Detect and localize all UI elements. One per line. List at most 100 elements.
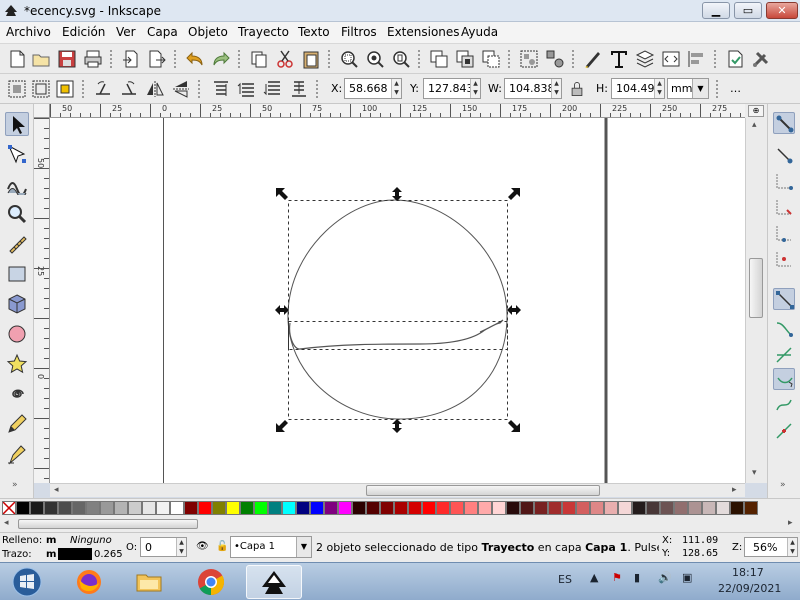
palette-swatch[interactable] [114, 501, 128, 515]
menu-trayecto[interactable]: Trayecto [238, 25, 289, 39]
new-document-icon[interactable] [6, 48, 28, 70]
spiral-tool-icon[interactable] [5, 382, 29, 406]
snap-bbox-corner-icon[interactable] [773, 196, 795, 218]
raise-icon[interactable] [236, 78, 258, 100]
zoom-corner-icon[interactable]: ⊕ [748, 105, 764, 117]
height-spinner-arrows[interactable]: ▲ ▼ [654, 79, 664, 98]
raise-to-top-icon[interactable] [210, 78, 232, 100]
open-icon[interactable] [30, 48, 52, 70]
redo-icon[interactable] [210, 48, 232, 70]
tweak-tool-icon[interactable] [5, 172, 29, 198]
zoom-spinner-arrows[interactable]: ▲ ▼ [787, 538, 797, 556]
palette-swatch[interactable] [478, 501, 492, 515]
clock-date[interactable]: 22/09/2021 [718, 582, 781, 595]
snap-bbox-icon[interactable] [773, 144, 795, 166]
palette-swatch[interactable] [436, 501, 450, 515]
scale-handle-bottom-left[interactable] [276, 420, 288, 432]
opacity-input[interactable]: 0 ▲ ▼ [140, 537, 187, 557]
vertical-scroll-thumb[interactable] [749, 258, 763, 318]
horizontal-scroll-thumb[interactable] [366, 485, 600, 496]
star-tool-icon[interactable] [5, 352, 29, 376]
toolbox-more-icon[interactable]: » [12, 480, 18, 490]
palette-swatch[interactable] [590, 501, 604, 515]
taskbar-explorer[interactable] [122, 565, 178, 599]
palette-swatch[interactable] [16, 501, 30, 515]
tray-security-icon[interactable]: ⚑ [612, 571, 622, 584]
palette-swatch[interactable] [44, 501, 58, 515]
text-font-icon[interactable] [608, 48, 630, 70]
menu-capa[interactable]: Capa [147, 25, 178, 39]
cut-icon[interactable] [274, 48, 296, 70]
select-all-icon[interactable] [6, 78, 28, 100]
rotate-ccw-icon[interactable] [92, 78, 114, 100]
menu-edicion[interactable]: Edición [62, 25, 105, 39]
scale-handle-right[interactable] [507, 305, 521, 315]
none-swatch-icon[interactable] [2, 501, 16, 515]
document-properties-icon[interactable] [724, 48, 746, 70]
palette-swatch[interactable] [604, 501, 618, 515]
palette-swatch[interactable] [506, 501, 520, 515]
fill-stroke-icon[interactable] [582, 48, 604, 70]
palette-swatch[interactable] [464, 501, 478, 515]
fill-value[interactable]: Ninguno [70, 535, 112, 546]
palette-swatch[interactable] [408, 501, 422, 515]
stroke-color-swatch[interactable] [58, 548, 92, 560]
palette-swatch[interactable] [702, 501, 716, 515]
snap-nodes-icon[interactable] [773, 288, 795, 310]
palette-scroll-right-icon[interactable]: ▸ [788, 518, 793, 528]
width-input[interactable]: 104.838 ▲ ▼ [504, 78, 562, 99]
rotate-cw-icon[interactable] [118, 78, 140, 100]
unit-select[interactable]: mm ▼ [667, 78, 709, 99]
palette-scroll-left-icon[interactable]: ◂ [4, 518, 9, 528]
snap-cusp-nodes-icon[interactable] [773, 368, 795, 390]
drawing-canvas[interactable] [50, 118, 745, 483]
tray-clipboard-icon[interactable]: ▣ [682, 571, 692, 584]
paste-icon[interactable] [300, 48, 322, 70]
palette-swatch[interactable] [198, 501, 212, 515]
palette-swatch[interactable] [30, 501, 44, 515]
palette-swatch[interactable] [100, 501, 114, 515]
palette-swatch[interactable] [184, 501, 198, 515]
horizontal-ruler[interactable]: 50 25 0 25 50 75 100 125 150 175 200 225… [50, 104, 745, 118]
zoom-selection-icon[interactable] [338, 48, 360, 70]
palette-swatch[interactable] [576, 501, 590, 515]
tray-network-icon[interactable]: ▮ [634, 571, 640, 584]
snap-smooth-nodes-icon[interactable] [773, 394, 795, 416]
palette-swatch[interactable] [688, 501, 702, 515]
palette-swatch[interactable] [240, 501, 254, 515]
palette-swatch[interactable] [562, 501, 576, 515]
height-input[interactable]: 104.497 ▲ ▼ [611, 78, 665, 99]
palette-swatch[interactable] [534, 501, 548, 515]
align-icon[interactable] [686, 48, 708, 70]
preferences-icon[interactable] [750, 48, 772, 70]
palette-swatch[interactable] [632, 501, 646, 515]
palette-swatch[interactable] [674, 501, 688, 515]
palette-swatch[interactable] [254, 501, 268, 515]
unlink-clone-icon[interactable] [480, 48, 502, 70]
menu-objeto[interactable]: Objeto [188, 25, 228, 39]
rectangle-tool-icon[interactable] [5, 262, 29, 286]
palette-swatch[interactable] [156, 501, 170, 515]
y-input[interactable]: 127.843 ▲ ▼ [423, 78, 481, 99]
print-icon[interactable] [82, 48, 104, 70]
clock-time[interactable]: 18:17 [732, 566, 764, 579]
close-button[interactable]: ✕ [766, 2, 798, 19]
scale-handle-left[interactable] [275, 305, 289, 315]
palette-swatch[interactable] [394, 501, 408, 515]
layer-visibility-icon[interactable]: 👁 [196, 541, 209, 552]
pen-tool-icon[interactable] [5, 442, 29, 466]
palette-swatch[interactable] [422, 501, 436, 515]
palette-swatch[interactable] [268, 501, 282, 515]
flip-horizontal-icon[interactable] [144, 78, 166, 100]
menu-archivo[interactable]: Archivo [6, 25, 51, 39]
scale-handle-bottom[interactable] [392, 419, 402, 433]
layer-lock-icon[interactable]: 🔓 [216, 541, 228, 552]
scroll-right-icon[interactable]: ▸ [732, 485, 737, 495]
scale-handles[interactable] [275, 187, 521, 433]
canvas-vertical-scrollbar[interactable]: ▴ ▾ [745, 118, 767, 483]
palette-swatch[interactable] [492, 501, 506, 515]
palette-scroll-thumb[interactable] [18, 519, 198, 529]
menu-texto[interactable]: Texto [298, 25, 330, 39]
palette-swatch[interactable] [450, 501, 464, 515]
group-icon[interactable] [518, 48, 540, 70]
